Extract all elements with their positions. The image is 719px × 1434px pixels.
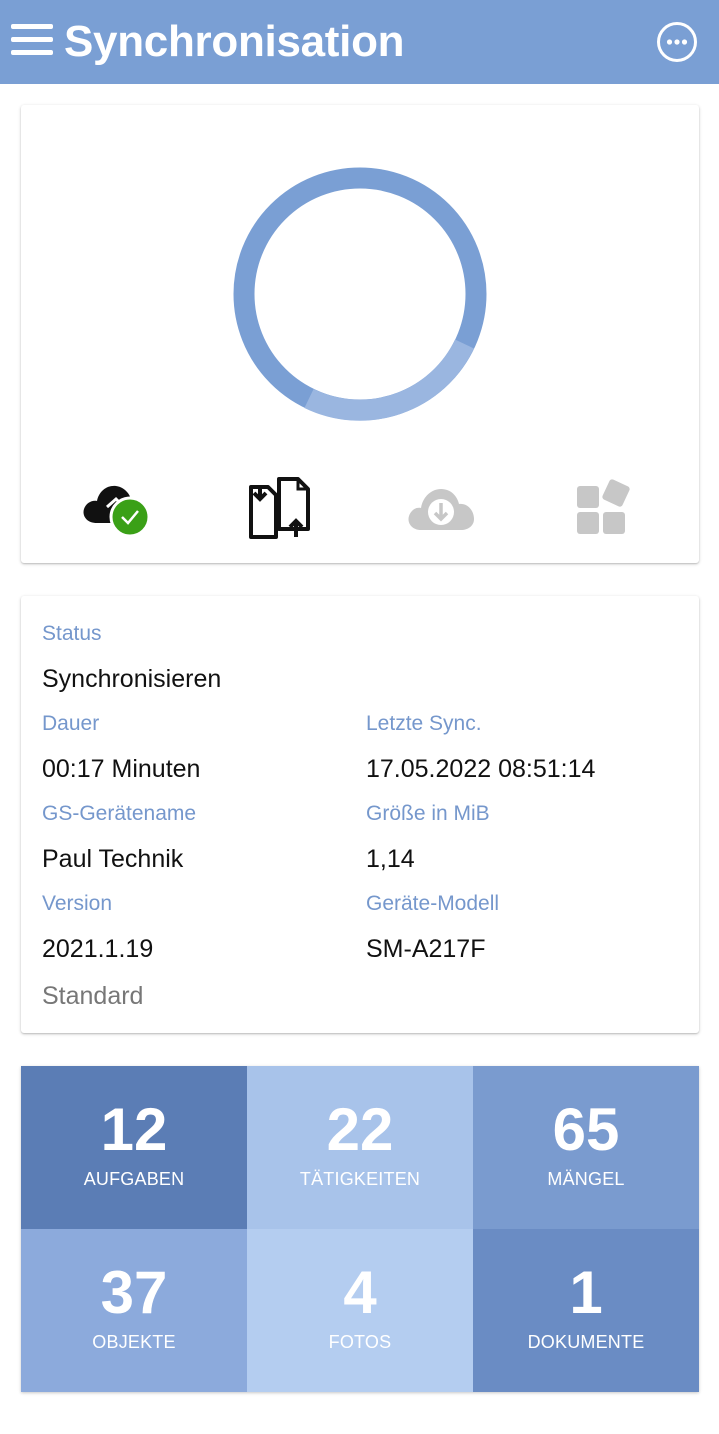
app-bar: Synchronisation	[0, 0, 719, 84]
page-title: Synchronisation	[64, 17, 405, 66]
tile-fotos[interactable]: 4 FOTOS	[247, 1229, 473, 1392]
sync-progress-ring	[233, 167, 487, 421]
duration-label: Dauer	[42, 712, 100, 735]
last-sync-label: Letzte Sync.	[366, 712, 482, 735]
tile-count: 1	[569, 1259, 603, 1326]
tile-label: FOTOS	[328, 1332, 392, 1352]
tile-count: 37	[100, 1259, 168, 1326]
file-transfer-icon	[243, 473, 315, 543]
status-label: Status	[42, 622, 102, 645]
status-value: Synchronisieren	[42, 665, 222, 693]
tile-label: TÄTIGKEITEN	[299, 1169, 421, 1189]
tile-label: AUFGABEN	[83, 1169, 185, 1189]
sync-counts-grid: 12 AUFGABEN 22 TÄTIGKEITEN 65 MÄNGEL 37 …	[21, 1066, 699, 1392]
menu-line	[11, 24, 53, 29]
version-value: 2021.1.19	[42, 935, 154, 963]
version-label: Version	[42, 892, 113, 915]
device-model-value: SM-A217F	[366, 935, 486, 963]
modules-icon	[567, 473, 639, 543]
device-name-value: Paul Technik	[42, 845, 184, 873]
size-value: 1,14	[366, 845, 415, 873]
menu-line	[11, 37, 53, 42]
last-sync-value: 17.05.2022 08:51:14	[366, 755, 596, 783]
cloud-check-icon	[81, 473, 153, 543]
cloud-download-icon	[405, 473, 477, 543]
tile-maengel[interactable]: 65 MÄNGEL	[473, 1066, 699, 1229]
more-options-icon[interactable]	[656, 21, 698, 63]
device-model-label: Geräte-Modell	[366, 892, 500, 915]
tile-label: DOKUMENTE	[527, 1332, 645, 1352]
tile-label: MÄNGEL	[547, 1169, 625, 1189]
menu-line	[11, 50, 53, 55]
tile-count: 65	[552, 1096, 620, 1163]
sync-progress-card	[21, 105, 699, 563]
sync-info-card: Status Synchronisieren Dauer 00:17 Minut…	[21, 596, 699, 1033]
hamburger-menu-icon[interactable]	[11, 20, 53, 60]
edition-value: Standard	[42, 982, 144, 1010]
device-name-label: GS-Gerätename	[42, 802, 197, 825]
tile-dokumente[interactable]: 1 DOKUMENTE	[473, 1229, 699, 1392]
tile-count: 22	[326, 1096, 394, 1163]
tile-aufgaben[interactable]: 12 AUFGABEN	[21, 1066, 247, 1229]
size-label: Größe in MiB	[366, 802, 490, 825]
tile-label: OBJEKTE	[92, 1332, 176, 1352]
tile-count: 12	[100, 1096, 168, 1163]
tile-objekte[interactable]: 37 OBJEKTE	[21, 1229, 247, 1392]
duration-value: 00:17 Minuten	[42, 755, 201, 783]
tile-taetigkeiten[interactable]: 22 TÄTIGKEITEN	[247, 1066, 473, 1229]
tile-count: 4	[343, 1259, 377, 1326]
